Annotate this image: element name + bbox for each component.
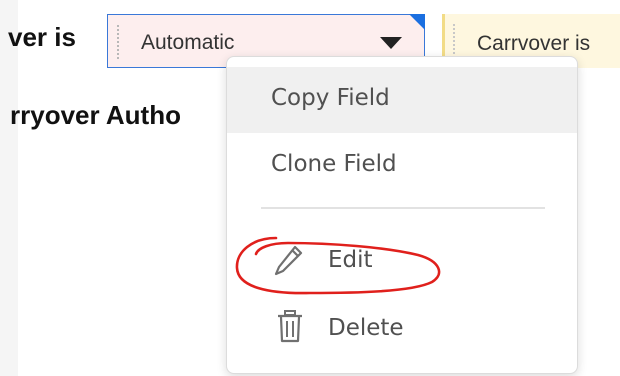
drag-handle-icon[interactable] — [453, 24, 455, 58]
section-label: rryover Autho — [10, 100, 181, 130]
menu-item-copy-field[interactable]: Copy Field — [227, 67, 577, 133]
menu-item-clone-field[interactable]: Clone Field — [227, 133, 577, 199]
menu-divider — [261, 207, 545, 209]
menu-item-label: Copy Field — [271, 85, 390, 111]
text-field-value: Carrvover is — [477, 32, 591, 55]
page-left-margin — [0, 0, 18, 376]
selected-corner-flag-icon — [409, 14, 425, 30]
menu-item-label: Delete — [328, 315, 404, 341]
drag-handle-icon[interactable] — [117, 25, 119, 59]
menu-item-edit[interactable]: Edit — [227, 229, 577, 295]
chevron-down-icon[interactable] — [380, 37, 402, 49]
field-row-label: ver is — [8, 22, 76, 52]
pencil-icon — [274, 245, 303, 276]
trash-icon — [278, 310, 302, 343]
menu-item-label: Clone Field — [271, 151, 397, 177]
select-value: Automatic — [141, 31, 235, 54]
field-context-menu: Copy Field Clone Field Edit Delete — [226, 56, 578, 374]
menu-item-label: Edit — [328, 247, 373, 273]
menu-item-delete[interactable]: Delete — [227, 297, 577, 363]
